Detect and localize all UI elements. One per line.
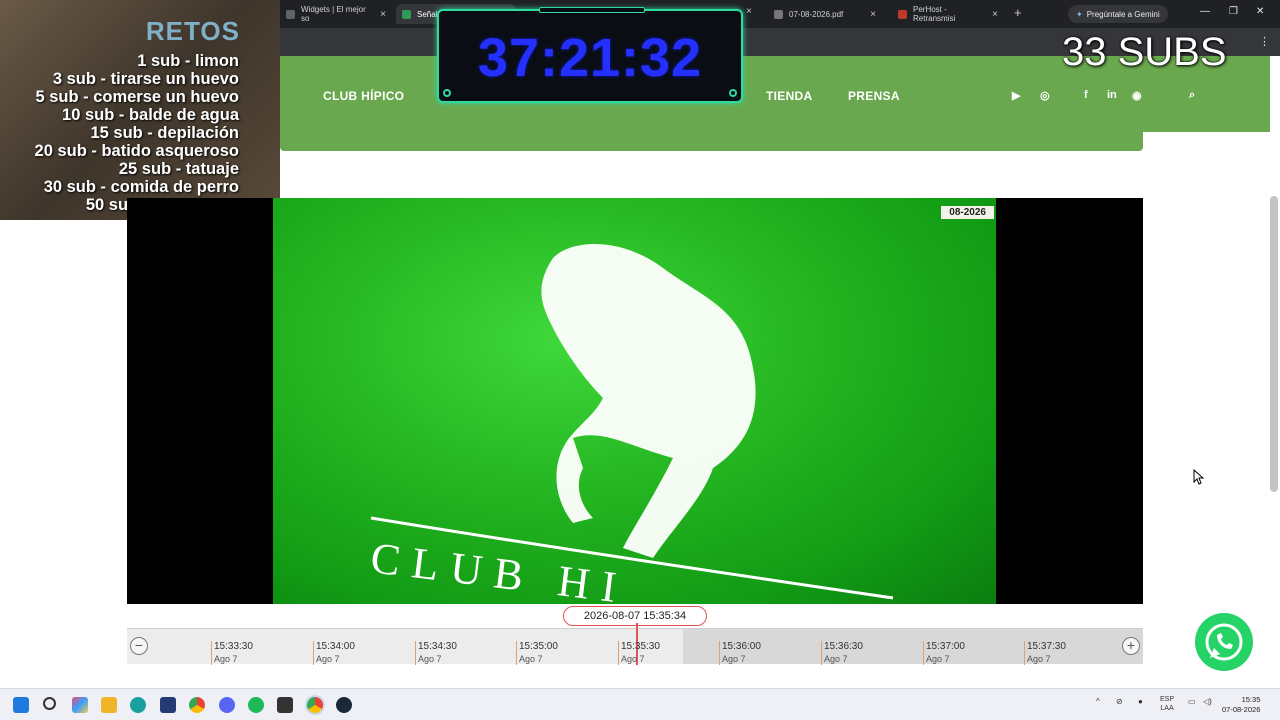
reto-item: 25 sub - tatuaje: [118, 160, 239, 178]
language-layout: LAA: [1160, 705, 1174, 712]
globe-icon: [774, 9, 783, 19]
edge-icon[interactable]: [130, 697, 146, 713]
current-time-tag: 2026-08-07 15:35:34: [563, 606, 707, 626]
page-scrollbar[interactable]: [1270, 196, 1278, 492]
volume-icon[interactable]: ◁): [1203, 697, 1212, 706]
tab-widgets[interactable]: Widgets | El mejor so ×: [280, 4, 392, 24]
video-frame: 08-2026 CLUB HI: [273, 198, 996, 604]
tab-label: 07-08-2026.pdf: [789, 9, 844, 19]
taskbar: ^ ⊘ ● ESP LAA ▭ ◁) 15:35 07-08-2026: [0, 688, 1280, 720]
timeline-tick: 15:34:30 Ago 7: [415, 641, 457, 665]
video-player[interactable]: 08-2026 CLUB HI: [127, 198, 1143, 604]
close-icon[interactable]: ×: [380, 9, 386, 20]
zoom-in-icon[interactable]: +: [1122, 637, 1140, 655]
zoom-out-icon[interactable]: −: [130, 637, 148, 655]
copilot-icon[interactable]: [72, 697, 88, 713]
language-code: ESP: [1160, 696, 1175, 703]
video-timeline[interactable]: − 15:33:30 Ago 7 15:34:00 Ago 7 15:34:30 Ag…: [127, 623, 1143, 665]
tab-favicon-icon: [402, 9, 411, 19]
spotify-icon[interactable]: ◉: [1132, 89, 1142, 102]
obs-icon[interactable]: [277, 697, 293, 713]
subs-counter: 33 SUBS: [1062, 30, 1227, 74]
timeline-tick: 15:36:30 Ago 7: [821, 641, 863, 665]
timeline-tick: 15:36:00 Ago 7: [719, 641, 761, 665]
tab-favicon-icon: [286, 9, 295, 19]
timer-corner-icon: [443, 89, 451, 97]
file-explorer-icon[interactable]: [101, 697, 117, 713]
retos-list: 1 sub - limon 3 sub - tirarse un huevo 5…: [35, 52, 239, 214]
facebook-icon[interactable]: f: [1084, 89, 1088, 101]
timer-corner-icon: [729, 89, 737, 97]
linkedin-icon[interactable]: in: [1107, 89, 1117, 101]
reto-item: 5 sub - comerse un huevo: [35, 88, 239, 106]
store-icon[interactable]: [160, 697, 176, 713]
discord-icon[interactable]: [219, 697, 235, 713]
reto-item: 15 sub - depilación: [90, 124, 239, 142]
retos-overlay: RETOS 1 sub - limon 3 sub - tirarse un h…: [0, 0, 280, 220]
timeline-tick: 15:35:30 Ago 7: [618, 641, 660, 665]
gemini-button-label: Pregúntale a Gemini: [1086, 9, 1160, 19]
timer-header-bar: [539, 7, 645, 13]
instagram-icon[interactable]: ◎: [1040, 89, 1050, 102]
timeline-tick: 15:35:00 Ago 7: [516, 641, 558, 665]
reto-item: 30 sub - comida de perro: [43, 178, 239, 196]
nav-prensa[interactable]: PRENSA: [848, 89, 900, 103]
clock-date: 07-08-2026: [1222, 705, 1261, 714]
timeline-tick: 15:37:00 Ago 7: [923, 641, 965, 665]
retos-title: RETOS: [145, 16, 240, 46]
network-off-icon[interactable]: ⊘: [1116, 697, 1123, 706]
mouse-cursor-icon: [1193, 469, 1205, 485]
clock-time: 15:35: [1241, 695, 1261, 704]
microphone-icon[interactable]: ●: [1138, 697, 1143, 706]
new-tab-icon[interactable]: +: [1014, 5, 1022, 20]
subathon-timer: 37:21:32: [437, 7, 743, 103]
close-window-icon[interactable]: ✕: [1256, 6, 1264, 17]
maximize-icon[interactable]: ❐: [1229, 6, 1238, 17]
close-icon[interactable]: ×: [870, 9, 876, 20]
display-icon[interactable]: ▭: [1188, 697, 1196, 706]
minimize-icon[interactable]: —: [1200, 6, 1210, 17]
language-indicator[interactable]: ESP LAA: [1160, 695, 1174, 713]
tab-label: Widgets | El mejor so: [301, 5, 366, 23]
tab-label: PerHost - Retransmisi: [913, 5, 956, 23]
tab-label: Señal: [417, 9, 438, 19]
tab-perhost[interactable]: PerHost - Retransmisi ×: [892, 4, 1004, 24]
gemini-button[interactable]: ✦ Pregúntale a Gemini: [1068, 5, 1168, 23]
search-icon[interactable]: ⌕: [1189, 89, 1195, 102]
close-icon[interactable]: ×: [746, 6, 752, 17]
nav-club-hipico[interactable]: CLUB HÍPICO: [323, 89, 404, 103]
whatsapp-button[interactable]: [1195, 613, 1253, 671]
windows-start-icon[interactable]: [13, 697, 29, 713]
site-subnav: [280, 132, 1143, 151]
timeline-tick: 15:37:30 Ago 7: [1024, 641, 1066, 665]
tab-pdf[interactable]: 07-08-2026.pdf ×: [768, 4, 882, 24]
menu-icon[interactable]: ⋮: [1259, 35, 1270, 48]
timeline-tick: 15:33:30 Ago 7: [211, 641, 253, 665]
taskbar-clock[interactable]: 15:35 07-08-2026: [1222, 695, 1260, 715]
reto-item: 3 sub - tirarse un huevo: [52, 70, 239, 88]
reto-item: 20 sub - batido asqueroso: [34, 142, 239, 160]
close-icon[interactable]: ×: [992, 9, 998, 20]
tab-favicon-icon: [898, 9, 907, 19]
chevron-up-icon[interactable]: ^: [1096, 697, 1100, 706]
timer-value: 37:21:32: [477, 28, 703, 88]
chrome-icon[interactable]: [189, 697, 205, 713]
spotify-icon[interactable]: [248, 697, 264, 713]
youtube-icon[interactable]: ▶: [1012, 89, 1020, 102]
steam-icon[interactable]: [336, 697, 352, 713]
sparkle-icon: ✦: [1076, 9, 1083, 19]
nav-tienda[interactable]: TIENDA: [766, 89, 812, 103]
search-icon[interactable]: [43, 697, 56, 710]
chrome-active-icon[interactable]: [307, 697, 323, 713]
reto-item: 1 sub - limon: [137, 52, 239, 70]
reto-item: 10 sub - balde de agua: [62, 106, 239, 124]
whatsapp-icon: [1205, 623, 1243, 661]
timeline-tick: 15:34:00 Ago 7: [313, 641, 355, 665]
